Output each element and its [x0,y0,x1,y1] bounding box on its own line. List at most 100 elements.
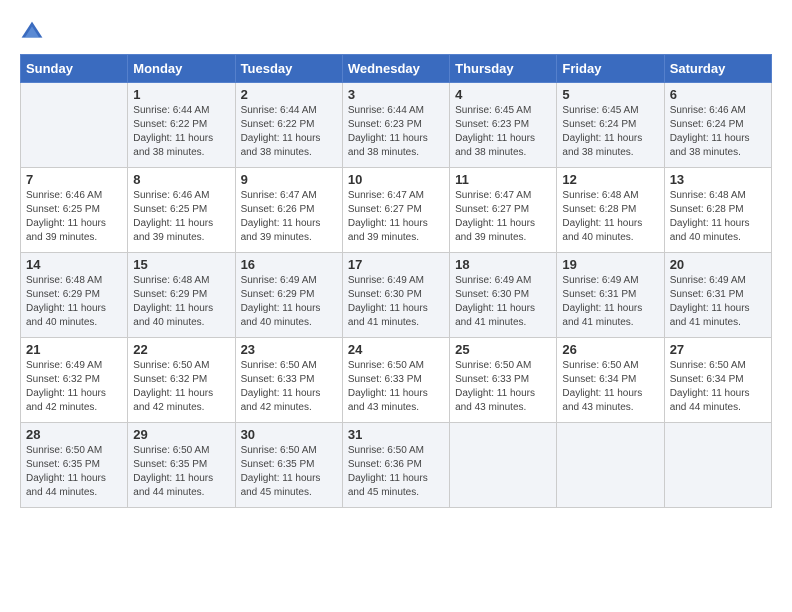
day-info: Sunrise: 6:50 AM Sunset: 6:34 PM Dayligh… [562,359,658,415]
calendar-cell: 11 Sunrise: 6:47 AM Sunset: 6:27 PM Dayli… [450,168,557,253]
day-info: Sunrise: 6:47 AM Sunset: 6:27 PM Dayligh… [455,189,551,245]
day-info: Sunrise: 6:44 AM Sunset: 6:23 PM Dayligh… [348,104,444,160]
day-number: 31 [348,427,444,442]
calendar-cell: 17 Sunrise: 6:49 AM Sunset: 6:30 PM Dayli… [342,253,449,338]
calendar-cell: 19 Sunrise: 6:49 AM Sunset: 6:31 PM Dayli… [557,253,664,338]
calendar-cell: 30 Sunrise: 6:50 AM Sunset: 6:35 PM Dayli… [235,423,342,508]
day-info: Sunrise: 6:47 AM Sunset: 6:26 PM Dayligh… [241,189,337,245]
calendar-cell: 10 Sunrise: 6:47 AM Sunset: 6:27 PM Dayli… [342,168,449,253]
calendar-cell: 2Sunrise: 6:44 AM Sunset: 6:22 PM Daylig… [235,83,342,168]
day-info: Sunrise: 6:50 AM Sunset: 6:33 PM Dayligh… [348,359,444,415]
week-row-2: 7 Sunrise: 6:46 AM Sunset: 6:25 PM Daylig… [21,168,772,253]
calendar-cell: 3 Sunrise: 6:44 AM Sunset: 6:23 PM Daylig… [342,83,449,168]
day-info: Sunrise: 6:49 AM Sunset: 6:31 PM Dayligh… [670,274,766,330]
day-header-sunday: Sunday [21,55,128,83]
day-info: Sunrise: 6:49 AM Sunset: 6:30 PM Dayligh… [455,274,551,330]
calendar-cell: 8 Sunrise: 6:46 AM Sunset: 6:25 PM Daylig… [128,168,235,253]
calendar-cell: 1Sunrise: 6:44 AM Sunset: 6:22 PM Daylig… [128,83,235,168]
calendar-cell: 9 Sunrise: 6:47 AM Sunset: 6:26 PM Daylig… [235,168,342,253]
page-header [20,20,772,44]
day-number: 11 [455,172,551,187]
calendar-cell: 24Sunrise: 6:50 AM Sunset: 6:33 PM Dayli… [342,338,449,423]
day-header-tuesday: Tuesday [235,55,342,83]
calendar-cell: 13 Sunrise: 6:48 AM Sunset: 6:28 PM Dayli… [664,168,771,253]
logo [20,20,48,44]
day-number: 19 [562,257,658,272]
day-info: Sunrise: 6:50 AM Sunset: 6:33 PM Dayligh… [241,359,337,415]
day-info: Sunrise: 6:48 AM Sunset: 6:29 PM Dayligh… [133,274,229,330]
calendar-cell [664,423,771,508]
day-number: 10 [348,172,444,187]
day-number: 25 [455,342,551,357]
week-row-5: 28 Sunrise: 6:50 AM Sunset: 6:35 PM Dayli… [21,423,772,508]
day-number: 14 [26,257,122,272]
day-info: Sunrise: 6:50 AM Sunset: 6:36 PM Dayligh… [348,444,444,500]
day-number: 12 [562,172,658,187]
calendar-cell [21,83,128,168]
day-info: Sunrise: 6:49 AM Sunset: 6:29 PM Dayligh… [241,274,337,330]
day-number: 9 [241,172,337,187]
calendar-cell: 14 Sunrise: 6:48 AM Sunset: 6:29 PM Dayli… [21,253,128,338]
calendar-cell: 21 Sunrise: 6:49 AM Sunset: 6:32 PM Dayli… [21,338,128,423]
day-number: 16 [241,257,337,272]
day-info: Sunrise: 6:49 AM Sunset: 6:32 PM Dayligh… [26,359,122,415]
day-info: Sunrise: 6:50 AM Sunset: 6:34 PM Dayligh… [670,359,766,415]
day-info: Sunrise: 6:48 AM Sunset: 6:28 PM Dayligh… [562,189,658,245]
day-number: 17 [348,257,444,272]
day-info: Sunrise: 6:50 AM Sunset: 6:35 PM Dayligh… [133,444,229,500]
day-number: 5 [562,87,658,102]
day-number: 20 [670,257,766,272]
day-info: Sunrise: 6:48 AM Sunset: 6:29 PM Dayligh… [26,274,122,330]
day-info: Sunrise: 6:50 AM Sunset: 6:33 PM Dayligh… [455,359,551,415]
logo-icon [20,20,44,44]
day-number: 27 [670,342,766,357]
day-number: 2 [241,87,337,102]
day-number: 29 [133,427,229,442]
day-number: 7 [26,172,122,187]
day-header-wednesday: Wednesday [342,55,449,83]
day-header-friday: Friday [557,55,664,83]
day-header-thursday: Thursday [450,55,557,83]
calendar-cell: 23 Sunrise: 6:50 AM Sunset: 6:33 PM Dayli… [235,338,342,423]
day-number: 30 [241,427,337,442]
day-number: 15 [133,257,229,272]
day-info: Sunrise: 6:46 AM Sunset: 6:25 PM Dayligh… [26,189,122,245]
day-number: 6 [670,87,766,102]
week-row-3: 14 Sunrise: 6:48 AM Sunset: 6:29 PM Dayli… [21,253,772,338]
day-info: Sunrise: 6:46 AM Sunset: 6:24 PM Dayligh… [670,104,766,160]
calendar-cell: 20 Sunrise: 6:49 AM Sunset: 6:31 PM Dayli… [664,253,771,338]
day-number: 22 [133,342,229,357]
day-info: Sunrise: 6:50 AM Sunset: 6:35 PM Dayligh… [241,444,337,500]
day-number: 21 [26,342,122,357]
calendar-cell: 26 Sunrise: 6:50 AM Sunset: 6:34 PM Dayli… [557,338,664,423]
day-number: 3 [348,87,444,102]
day-number: 4 [455,87,551,102]
day-info: Sunrise: 6:45 AM Sunset: 6:23 PM Dayligh… [455,104,551,160]
day-info: Sunrise: 6:49 AM Sunset: 6:30 PM Dayligh… [348,274,444,330]
day-number: 26 [562,342,658,357]
day-info: Sunrise: 6:46 AM Sunset: 6:25 PM Dayligh… [133,189,229,245]
day-header-saturday: Saturday [664,55,771,83]
calendar-cell [450,423,557,508]
day-number: 8 [133,172,229,187]
calendar-cell: 6 Sunrise: 6:46 AM Sunset: 6:24 PM Daylig… [664,83,771,168]
day-info: Sunrise: 6:49 AM Sunset: 6:31 PM Dayligh… [562,274,658,330]
calendar-cell [557,423,664,508]
calendar-cell: 5 Sunrise: 6:45 AM Sunset: 6:24 PM Daylig… [557,83,664,168]
day-info: Sunrise: 6:48 AM Sunset: 6:28 PM Dayligh… [670,189,766,245]
day-info: Sunrise: 6:44 AM Sunset: 6:22 PM Dayligh… [133,104,229,160]
calendar-cell: 4 Sunrise: 6:45 AM Sunset: 6:23 PM Daylig… [450,83,557,168]
day-info: Sunrise: 6:50 AM Sunset: 6:32 PM Dayligh… [133,359,229,415]
calendar-table: SundayMondayTuesdayWednesdayThursdayFrid… [20,54,772,508]
day-number: 28 [26,427,122,442]
day-info: Sunrise: 6:47 AM Sunset: 6:27 PM Dayligh… [348,189,444,245]
calendar-cell: 7 Sunrise: 6:46 AM Sunset: 6:25 PM Daylig… [21,168,128,253]
day-number: 23 [241,342,337,357]
calendar-cell: 22 Sunrise: 6:50 AM Sunset: 6:32 PM Dayli… [128,338,235,423]
day-number: 13 [670,172,766,187]
day-info: Sunrise: 6:45 AM Sunset: 6:24 PM Dayligh… [562,104,658,160]
days-header-row: SundayMondayTuesdayWednesdayThursdayFrid… [21,55,772,83]
day-info: Sunrise: 6:50 AM Sunset: 6:35 PM Dayligh… [26,444,122,500]
calendar-cell: 12 Sunrise: 6:48 AM Sunset: 6:28 PM Dayli… [557,168,664,253]
calendar-cell: 28 Sunrise: 6:50 AM Sunset: 6:35 PM Dayli… [21,423,128,508]
